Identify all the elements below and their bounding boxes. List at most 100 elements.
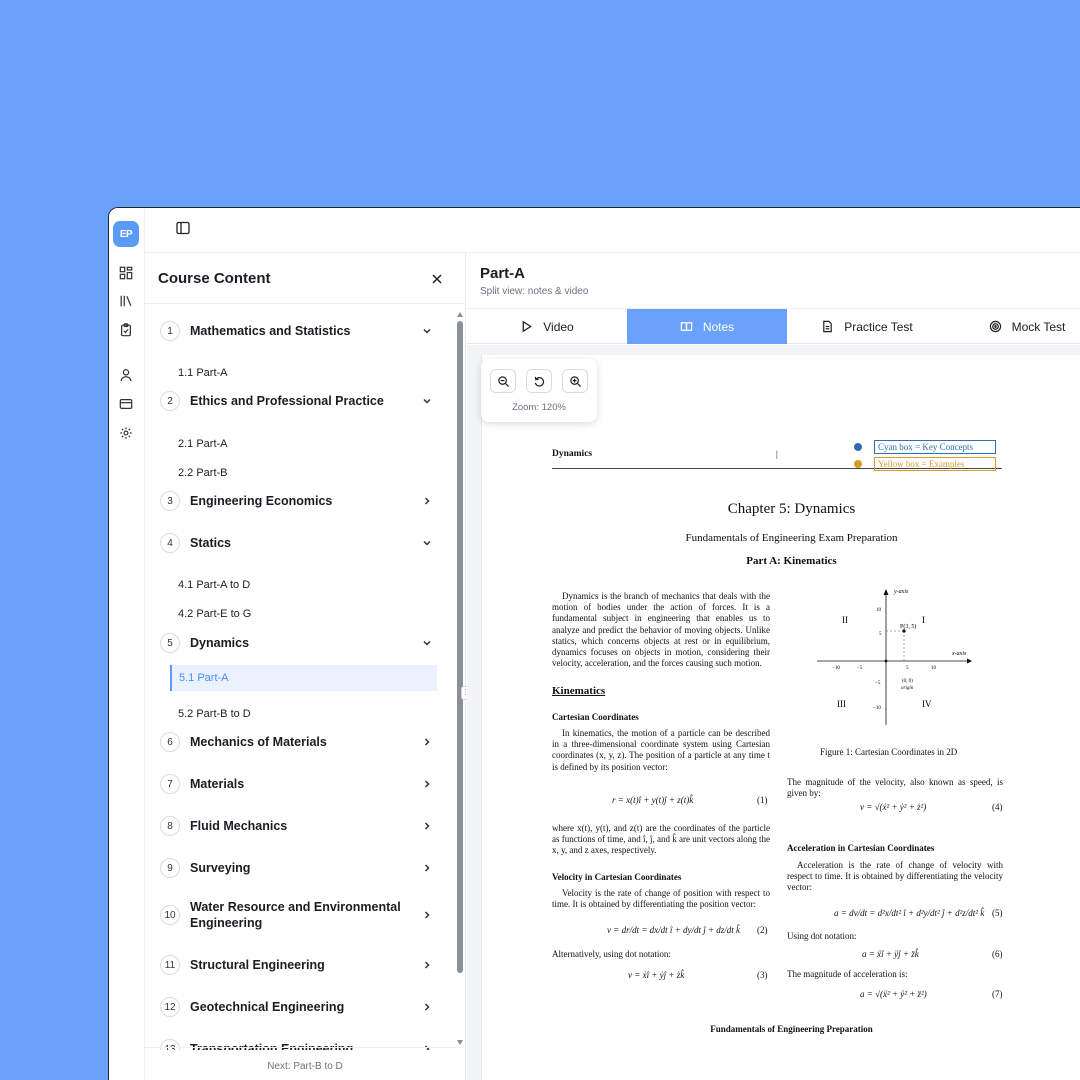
section-title: Geotechnical Engineering (190, 1000, 345, 1014)
section-7[interactable]: 7 Materials (160, 770, 437, 798)
close-icon[interactable] (431, 272, 443, 284)
section-title: Mathematics and Statistics (190, 324, 351, 338)
equation-5-number: (5) (992, 908, 1003, 918)
x-tick: −10 (832, 666, 840, 671)
x-tick: −5 (857, 666, 863, 671)
scroll-thumb[interactable] (457, 321, 463, 973)
legend-key-concepts: Cyan box = Key Concepts (854, 439, 996, 454)
library-icon[interactable] (117, 292, 135, 310)
alt-notation-paragraph: Alternatively, using dot notation: (552, 949, 671, 959)
intro-paragraph: Dynamics is the branch of mechanics that… (552, 591, 770, 669)
origin-label: origin (901, 686, 914, 691)
tab-label: Video (543, 319, 574, 334)
zoom-controls: Zoom: 120% (481, 359, 597, 422)
equation-5: a = dv/dt = d²x/dt² î + d²y/dt² ĵ + d²z/… (834, 908, 985, 918)
section-10[interactable]: 10 Water Resource and Environmental Engin… (160, 897, 437, 933)
pdf-page: Dynamics | Cyan box = Key Concepts Yello… (481, 355, 1080, 1080)
section-number: 4 (160, 533, 180, 553)
section-5[interactable]: 5 Dynamics (160, 629, 437, 657)
section-title: Mechanics of Materials (190, 735, 327, 749)
part-title: Part A: Kinematics (746, 555, 837, 567)
quadrant-1-label: I (922, 615, 925, 625)
tab-bar: Video Notes Practice Test Mock Test (467, 308, 1080, 344)
top-bar (145, 208, 1080, 253)
clipboard-check-icon[interactable] (117, 321, 135, 339)
dot-notation-paragraph: Using dot notation: (787, 931, 857, 941)
doc-header-title: Dynamics (552, 449, 593, 459)
subsection-4-2[interactable]: 4.2 Part-E to G (171, 601, 437, 627)
section-title: Structural Engineering (190, 958, 325, 972)
tab-label: Mock Test (1011, 319, 1066, 334)
next-lesson-link[interactable]: Next: Part-B to D (145, 1061, 465, 1072)
chevron-right-icon (424, 864, 430, 872)
section-12[interactable]: 12 Geotechnical Engineering (160, 993, 437, 1021)
card-icon[interactable] (117, 395, 135, 413)
equation-6-number: (6) (992, 949, 1003, 959)
section-3[interactable]: 3 Engineering Economics (160, 487, 437, 515)
origin-coord-label: (0, 0) (902, 679, 913, 684)
sidebar-scrollbar[interactable] (456, 311, 464, 1046)
section-title: Water Resource and Environmental Enginee… (190, 900, 401, 930)
equation-3-number: (3) (757, 970, 768, 980)
section-number: 11 (160, 955, 180, 975)
subsection-5-1-active[interactable]: 5.1 Part-A (170, 665, 437, 691)
section-8[interactable]: 8 Fluid Mechanics (160, 812, 437, 840)
section-4[interactable]: 4 Statics (160, 529, 437, 557)
reset-zoom-button[interactable] (526, 369, 552, 393)
subsection-2-2[interactable]: 2.2 Part-B (171, 460, 437, 486)
section-title: Dynamics (190, 636, 250, 650)
tab-label: Practice Test (844, 319, 913, 334)
tab-notes[interactable]: Notes (627, 309, 787, 344)
notes-content-area: Zoom: 120% Dynamics | Cyan box = Key Con… (467, 345, 1080, 1080)
section-6[interactable]: 6 Mechanics of Materials (160, 728, 437, 756)
doc-header: Dynamics | Cyan box = Key Concepts Yello… (552, 439, 1002, 471)
section-number: 2 (160, 391, 180, 411)
zoom-in-button[interactable] (562, 369, 588, 393)
dashboard-icon[interactable] (117, 264, 135, 282)
quadrant-3-label: III (837, 699, 846, 709)
zoom-out-button[interactable] (490, 369, 516, 393)
zoom-in-icon (569, 375, 581, 387)
doc-header-separator: | (776, 449, 778, 459)
velocity-heading: Velocity in Cartesian Coordinates (552, 872, 682, 882)
doc-footer: Fundamentals of Engineering Preparation (710, 1024, 873, 1034)
velocity-paragraph: Velocity is the rate of change of positi… (552, 888, 770, 910)
course-sidebar: Course Content 1 Mathematics and Statisti… (145, 253, 466, 1080)
settings-gear-icon[interactable] (117, 424, 135, 442)
chevron-right-icon (424, 780, 430, 788)
user-icon[interactable] (117, 366, 135, 384)
section-number: 7 (160, 774, 180, 794)
subsection-2-1[interactable]: 2.1 Part-A (171, 431, 437, 457)
cartesian-graph: y-axis x-axis II I III IV P(3, 5) (0, 0)… (817, 589, 972, 725)
sidebar-title: Course Content (158, 270, 271, 287)
book-icon (680, 322, 693, 332)
page-subtitle: Split view: notes & video (480, 286, 589, 297)
subsection-1-1[interactable]: 1.1 Part-A (171, 360, 437, 386)
tab-mock-test[interactable]: Mock Test (947, 309, 1080, 344)
chevron-down-icon (423, 640, 431, 646)
section-11[interactable]: 11 Structural Engineering (160, 951, 437, 979)
subsection-5-2[interactable]: 5.2 Part-B to D (171, 701, 437, 727)
tab-practice-test[interactable]: Practice Test (787, 309, 947, 344)
subsection-4-1[interactable]: 4.1 Part-A to D (171, 572, 437, 598)
x-tick: 5 (906, 666, 909, 671)
kinematics-heading: Kinematics (552, 685, 606, 697)
section-1[interactable]: 1 Mathematics and Statistics (160, 317, 437, 345)
chevron-right-icon (424, 1003, 430, 1011)
section-number: 1 (160, 321, 180, 341)
section-title: Statics (190, 536, 231, 550)
chevron-right-icon (424, 497, 430, 505)
equation-6: a = ẍî + ÿĵ + z̈k̂ (862, 949, 919, 959)
section-number: 8 (160, 816, 180, 836)
chapter-subtitle: Fundamentals of Engineering Exam Prepara… (685, 532, 898, 544)
tab-video[interactable]: Video (467, 309, 627, 344)
app-logo[interactable]: EP (113, 221, 139, 247)
section-2[interactable]: 2 Ethics and Professional Practice (160, 387, 437, 415)
section-9[interactable]: 9 Surveying (160, 854, 437, 882)
chapter-title: Chapter 5: Dynamics (727, 501, 856, 517)
course-section-list: 1 Mathematics and Statistics 1.1 Part-A 2… (145, 305, 449, 1050)
cartesian-paragraph: In kinematics, the motion of a particle … (552, 728, 770, 772)
where-paragraph: where x(t), y(t), and z(t) are the coord… (552, 823, 770, 856)
section-title: Fluid Mechanics (190, 819, 288, 833)
sidebar-toggle-icon[interactable] (175, 220, 191, 236)
